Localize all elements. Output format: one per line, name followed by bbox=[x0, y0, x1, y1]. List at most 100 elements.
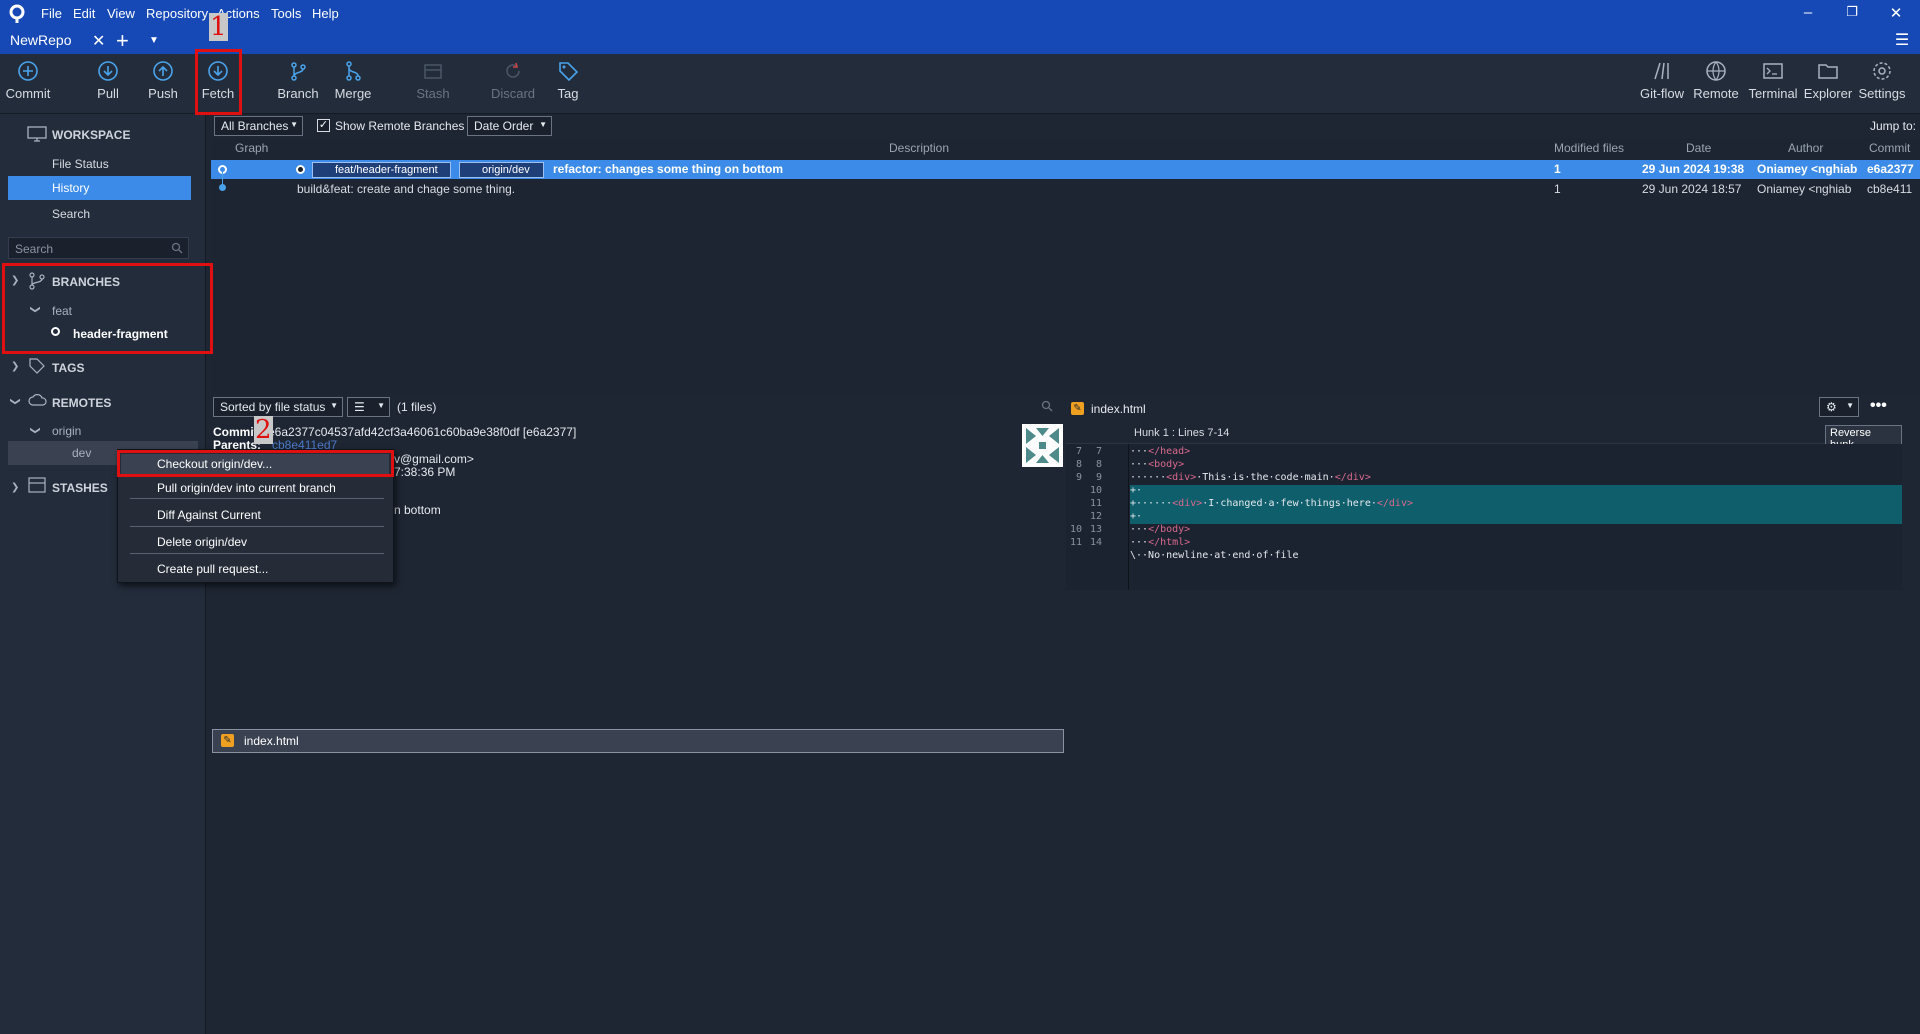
remotes-chevron-icon[interactable]: ❯ bbox=[10, 397, 21, 405]
show-remote-checkbox[interactable]: ✓ bbox=[317, 119, 330, 132]
jump-to-label: Jump to: bbox=[1870, 119, 1917, 133]
merge-icon bbox=[346, 61, 361, 81]
sidebar-item-history-label: History bbox=[52, 181, 90, 195]
pull-button[interactable]: Pull bbox=[80, 60, 136, 101]
close-tab-icon[interactable]: ✕ bbox=[92, 31, 105, 51]
remote-button[interactable]: Remote bbox=[1688, 60, 1744, 101]
chevron-down-icon: ▼ bbox=[539, 120, 547, 129]
menu-edit[interactable]: Edit bbox=[73, 6, 95, 21]
column-graph[interactable]: Graph bbox=[235, 141, 268, 155]
sidebar-search-input[interactable]: Search bbox=[8, 237, 189, 259]
stashes-chevron-icon[interactable]: ❯ bbox=[11, 482, 19, 493]
sidebar-item-file-status[interactable]: File Status bbox=[52, 157, 109, 171]
menu-view[interactable]: View bbox=[107, 6, 135, 21]
commit-author: Oniamey <nghiab bbox=[1757, 182, 1852, 196]
diff-file-name: index.html bbox=[1091, 402, 1146, 416]
commit-author: Oniamey <nghiab bbox=[1757, 162, 1857, 176]
discard-icon bbox=[506, 62, 520, 78]
tags-heading[interactable]: TAGS bbox=[52, 361, 84, 375]
branch-tag-origin-dev[interactable]: origin/dev bbox=[459, 162, 544, 178]
branch-button[interactable]: Branch bbox=[270, 60, 326, 101]
gitflow-button[interactable]: Git-flow bbox=[1632, 60, 1692, 101]
tag-button[interactable]: Tag bbox=[540, 60, 596, 101]
folder-icon bbox=[1818, 64, 1838, 79]
origin-chevron-icon[interactable]: ❯ bbox=[30, 426, 41, 434]
annotation-box-branches bbox=[2, 263, 213, 354]
diff-options-button[interactable]: ⚙ ▼ bbox=[1819, 397, 1859, 417]
stashes-heading[interactable]: STASHES bbox=[52, 481, 108, 495]
chevron-down-icon: ▼ bbox=[1846, 401, 1854, 410]
terminal-button[interactable]: Terminal bbox=[1743, 60, 1803, 101]
list-icon: ☰ bbox=[354, 400, 365, 414]
avatar bbox=[1022, 424, 1063, 467]
gutter-divider bbox=[1128, 444, 1129, 590]
commit-modified: 1 bbox=[1554, 182, 1561, 196]
stash-button[interactable]: Stash bbox=[405, 60, 461, 101]
menu-item-diff[interactable]: Diff Against Current bbox=[157, 508, 261, 522]
monitor-icon bbox=[27, 126, 47, 142]
chevron-down-icon: ▼ bbox=[377, 401, 385, 410]
column-commit[interactable]: Commit bbox=[1869, 141, 1910, 155]
explorer-button[interactable]: Explorer bbox=[1798, 60, 1858, 101]
menu-separator bbox=[130, 498, 384, 499]
minimize-icon[interactable]: – bbox=[1796, 4, 1820, 21]
remotes-heading[interactable]: REMOTES bbox=[52, 396, 111, 410]
sort-select[interactable]: Sorted by file status ▼ bbox=[213, 397, 343, 417]
column-modified-files[interactable]: Modified files bbox=[1554, 141, 1624, 155]
column-description[interactable]: Description bbox=[889, 141, 949, 155]
file-name: index.html bbox=[244, 734, 299, 748]
menu-item-pull[interactable]: Pull origin/dev into current branch bbox=[157, 481, 336, 495]
column-date[interactable]: Date bbox=[1686, 141, 1711, 155]
menu-file[interactable]: File bbox=[41, 6, 62, 21]
file-list-item[interactable]: ✎ index.html bbox=[212, 729, 1064, 753]
push-button[interactable]: Push bbox=[135, 60, 191, 101]
tab-dropdown-icon[interactable]: ▼ bbox=[149, 35, 159, 46]
tags-chevron-icon[interactable]: ❯ bbox=[11, 361, 19, 372]
workspace-heading: WORKSPACE bbox=[52, 128, 131, 142]
hunk-title: Hunk 1 : Lines 7-14 bbox=[1134, 427, 1230, 439]
menu-item-delete[interactable]: Delete origin/dev bbox=[157, 535, 247, 549]
menu-tools[interactable]: Tools bbox=[271, 6, 301, 21]
file-count: (1 files) bbox=[397, 400, 437, 414]
column-author[interactable]: Author bbox=[1788, 141, 1823, 155]
commit-hash: cb8e411 bbox=[1867, 182, 1913, 196]
annotation-number-2: 2 bbox=[254, 415, 273, 445]
commit-button[interactable]: Commit bbox=[0, 60, 56, 101]
gear-icon: ⚙ bbox=[1826, 400, 1837, 414]
discard-button[interactable]: Discard bbox=[485, 60, 541, 101]
menu-item-create-pr[interactable]: Create pull request... bbox=[157, 562, 268, 576]
modified-file-icon: ✎ bbox=[1071, 402, 1084, 415]
sourcetree-logo-icon bbox=[9, 4, 25, 23]
branch-filter-select[interactable]: All Branches ▼ bbox=[214, 116, 303, 136]
commit-description: build&feat: create and chage some thing. bbox=[297, 182, 516, 196]
menu-repository[interactable]: Repository bbox=[146, 6, 208, 21]
repo-tab-label: NewRepo bbox=[10, 32, 72, 48]
tag-icon bbox=[29, 358, 45, 374]
push-icon bbox=[153, 61, 173, 81]
view-mode-select[interactable]: ☰ ▼ bbox=[347, 397, 390, 417]
graph-node-icon bbox=[219, 184, 226, 191]
search-icon[interactable] bbox=[1041, 400, 1053, 412]
sidebar-item-history[interactable]: History bbox=[8, 176, 191, 200]
modified-file-icon: ✎ bbox=[221, 734, 234, 747]
remote-origin[interactable]: origin bbox=[52, 424, 81, 438]
sidebar-item-search[interactable]: Search bbox=[52, 207, 90, 221]
hamburger-menu-icon[interactable]: ☰ bbox=[1890, 30, 1914, 50]
order-select[interactable]: Date Order ▼ bbox=[467, 116, 552, 136]
title-bar: File Edit View Repository Actions Tools … bbox=[0, 0, 1920, 54]
branch-icon bbox=[291, 62, 306, 81]
branch-tag-feat-header-fragment[interactable]: feat/header-fragment bbox=[312, 162, 451, 178]
restore-icon[interactable]: ❐ bbox=[1840, 4, 1864, 20]
search-icon bbox=[171, 242, 183, 254]
menu-help[interactable]: Help bbox=[312, 6, 339, 21]
annotation-number-1: 1 bbox=[209, 12, 228, 42]
more-options-icon[interactable]: ••• bbox=[1870, 397, 1887, 415]
settings-button[interactable]: Settings bbox=[1852, 60, 1912, 101]
annotation-box-fetch bbox=[195, 49, 242, 115]
identicon-icon bbox=[1026, 428, 1059, 463]
chevron-down-icon: ▼ bbox=[330, 401, 338, 410]
close-window-icon[interactable]: ✕ bbox=[1884, 4, 1908, 22]
merge-button[interactable]: Merge bbox=[325, 60, 381, 101]
commit-date: 29 Jun 2024 19:38 bbox=[1642, 162, 1745, 176]
new-tab-plus-icon[interactable]: + bbox=[116, 28, 129, 54]
